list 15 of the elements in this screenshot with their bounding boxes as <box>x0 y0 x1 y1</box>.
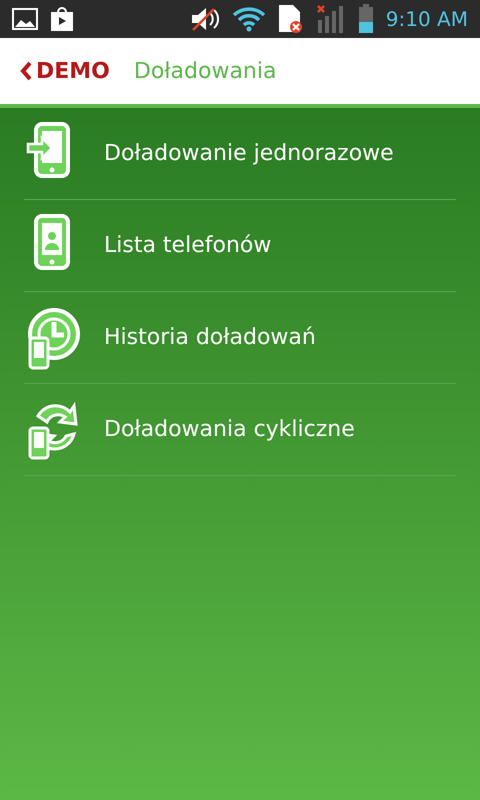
sim-error-icon <box>278 4 304 34</box>
chevron-left-icon <box>20 61 32 81</box>
page-title: Doładowania <box>134 58 276 86</box>
no-signal-icon <box>316 4 346 34</box>
battery-icon <box>358 4 374 34</box>
image-icon <box>12 8 38 30</box>
wifi-icon <box>232 6 266 32</box>
bag-icon <box>50 6 74 32</box>
menu-item[interactable]: Historia doładowań <box>24 292 456 384</box>
menu-item[interactable]: Doładowanie jednorazowe <box>24 108 456 200</box>
back-button[interactable]: DEMO <box>20 54 110 88</box>
menu-item[interactable]: Doładowania cykliczne <box>24 384 456 476</box>
muted-speaker-icon <box>190 6 220 32</box>
clock-time: 9:10 AM <box>386 6 468 33</box>
menu-item[interactable]: Lista telefonów <box>24 200 456 292</box>
